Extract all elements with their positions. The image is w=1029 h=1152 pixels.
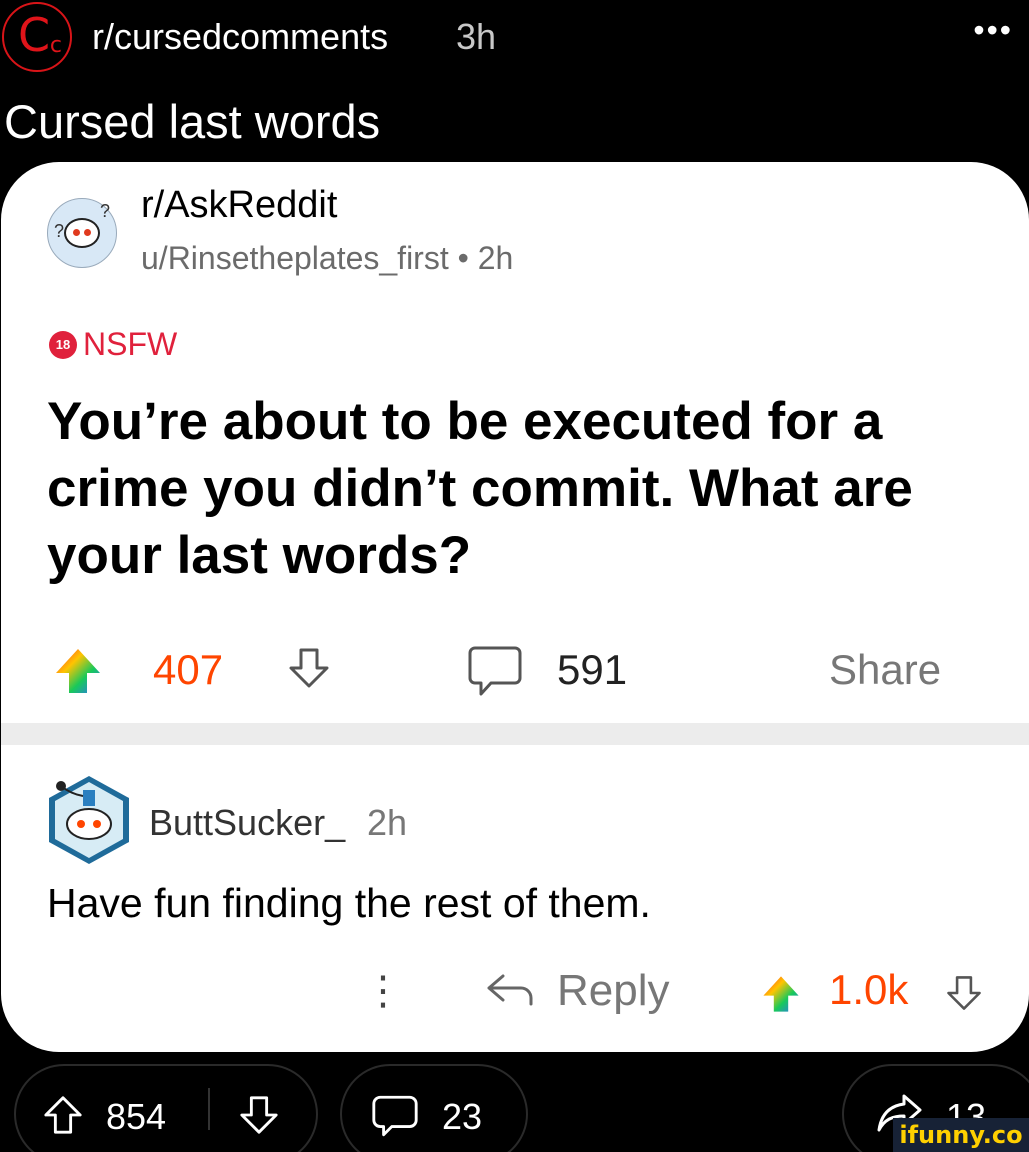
subreddit-logo-sub-letter: c — [49, 33, 62, 58]
comment-more-icon: ⋮ — [363, 969, 403, 1013]
embedded-byline: u/Rinsetheplates_first • 2h — [141, 240, 514, 276]
embedded-post-title: You’re about to be executed for a crime … — [47, 392, 913, 585]
downvote-icon — [947, 976, 981, 1010]
subreddit-name[interactable]: r/cursedcomments — [92, 16, 388, 58]
embedded-share-label: Share — [829, 646, 942, 693]
comment-author: ButtSucker_ — [149, 802, 346, 843]
nsfw-18-icon: 18 — [49, 330, 77, 359]
subreddit-avatar[interactable]: C c — [2, 2, 72, 72]
comment-count: 23 — [442, 1096, 483, 1137]
more-options-icon[interactable]: ••• — [973, 12, 1013, 49]
comment-score: 1.0k — [829, 966, 909, 1013]
comments-button[interactable]: 23 — [340, 1064, 528, 1152]
comment-time: 2h — [367, 802, 408, 843]
nsfw-label: NSFW — [83, 326, 178, 362]
rainbow-upvote-icon — [56, 649, 100, 693]
question-mark-icon: ? — [54, 221, 65, 241]
vote-pill: 854 — [14, 1064, 318, 1152]
comment-icon — [372, 1095, 418, 1137]
question-mark-icon: ? — [99, 201, 110, 221]
nsfw-tag: 18 NSFW — [49, 326, 177, 363]
embedded-post-actions: 407 591 Share — [1, 632, 1029, 702]
reply-icon — [487, 974, 533, 1006]
embedded-score: 407 — [153, 646, 224, 693]
embedded-subreddit-name: r/AskReddit — [141, 184, 338, 226]
downvote-icon[interactable] — [238, 1094, 280, 1136]
subreddit-logo-letter: C — [17, 8, 51, 62]
ifunny-watermark: ifunny.co — [893, 1118, 1029, 1152]
post-image[interactable]: ? ? r/AskReddit u/Rinsetheplates_first •… — [1, 162, 1029, 1052]
vote-count: 854 — [106, 1096, 167, 1137]
comment-icon — [468, 646, 522, 696]
askreddit-avatar: ? ? — [47, 198, 117, 268]
reply-label: Reply — [557, 966, 670, 1015]
upvote-icon[interactable] — [42, 1094, 84, 1136]
vote-separator — [208, 1088, 210, 1130]
post-time: 3h — [456, 16, 497, 57]
commenter-avatar — [49, 776, 129, 864]
post-title[interactable]: Cursed last words — [4, 94, 380, 149]
embedded-comment-count: 591 — [557, 646, 628, 693]
section-divider — [1, 723, 1029, 745]
downvote-icon — [289, 648, 329, 688]
comment-text: Have fun finding the rest of them. — [47, 880, 651, 926]
snoo-face-icon — [64, 218, 100, 248]
rainbow-upvote-icon — [763, 976, 799, 1012]
comment-actions: ⋮ Reply 1.0k — [1, 962, 1029, 1018]
